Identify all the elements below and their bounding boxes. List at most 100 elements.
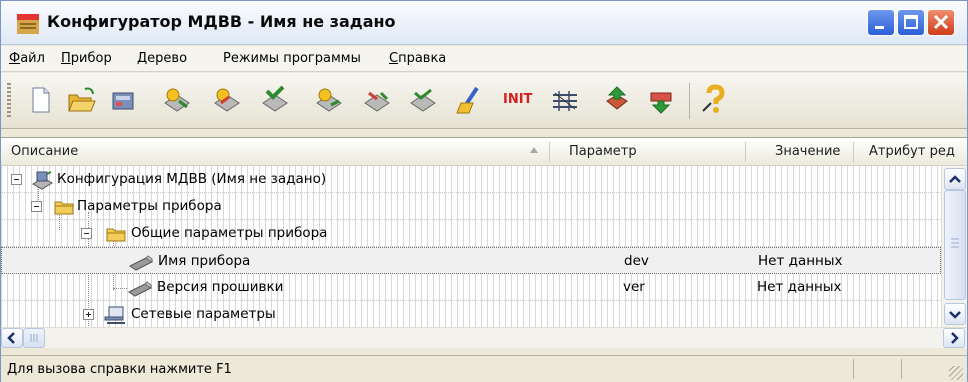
tree-row-label: Параметры прибора bbox=[77, 198, 222, 214]
tree-row[interactable]: Параметры прибора bbox=[1, 193, 941, 220]
value-cell[interactable]: Нет данных bbox=[757, 279, 842, 295]
chevron-up-icon bbox=[949, 175, 961, 183]
chevron-right-icon bbox=[951, 332, 959, 344]
tree-list-view[interactable]: Описание Параметр Значение Атрибут ред К… bbox=[1, 137, 967, 348]
help-button[interactable] bbox=[699, 83, 731, 117]
verify-device-button[interactable] bbox=[259, 83, 291, 117]
minimize-icon bbox=[875, 26, 884, 29]
tree-row-label: Общие параметры прибора bbox=[131, 225, 328, 241]
chevron-down-icon bbox=[949, 311, 961, 319]
vertical-scroll-thumb[interactable] bbox=[944, 190, 966, 300]
network-settings-icon bbox=[553, 91, 577, 111]
compare-button[interactable] bbox=[407, 83, 439, 117]
tree-row[interactable]: Общие параметры прибора bbox=[1, 220, 941, 247]
new-file-button[interactable] bbox=[25, 83, 57, 117]
device-config-icon bbox=[112, 92, 134, 110]
column-divider[interactable] bbox=[549, 142, 550, 162]
grip-lines-icon bbox=[951, 238, 959, 248]
configuration-icon bbox=[32, 171, 53, 190]
tree-row-label: Имя прибора bbox=[158, 253, 251, 269]
read-all-button[interactable] bbox=[313, 83, 345, 117]
write-device-button[interactable] bbox=[211, 83, 243, 117]
compare-icon bbox=[410, 88, 436, 112]
folder-icon bbox=[106, 228, 126, 242]
tree-row[interactable]: Сетевые параметры bbox=[1, 301, 941, 328]
write-all-button[interactable] bbox=[361, 83, 393, 117]
tree-row-label: Конфигурация МДВВ (Имя не задано) bbox=[57, 171, 327, 187]
resize-grip[interactable] bbox=[949, 366, 963, 380]
column-divider[interactable] bbox=[853, 142, 854, 162]
close-icon bbox=[933, 14, 949, 30]
parameter-cell: dev bbox=[624, 253, 649, 269]
vertical-scrollbar[interactable] bbox=[941, 166, 967, 327]
menu-file[interactable]: Файл bbox=[9, 51, 45, 66]
toolbar: INIT bbox=[1, 73, 967, 129]
init-button[interactable]: INIT bbox=[499, 83, 541, 117]
upload-button[interactable] bbox=[601, 83, 633, 117]
column-divider[interactable] bbox=[745, 142, 746, 162]
status-pane-divider bbox=[853, 359, 854, 379]
menu-device[interactable]: Прибор bbox=[61, 51, 112, 66]
write-device-icon bbox=[214, 88, 240, 112]
write-all-icon bbox=[364, 91, 390, 112]
collapse-toggle[interactable] bbox=[11, 174, 22, 185]
new-document-icon bbox=[32, 87, 50, 113]
column-header-attribute[interactable]: Атрибут ред bbox=[869, 144, 955, 159]
download-button[interactable] bbox=[645, 83, 677, 117]
read-device-icon bbox=[164, 88, 190, 112]
menu-program-modes[interactable]: Режимы программы bbox=[223, 51, 361, 66]
network-settings-button[interactable] bbox=[549, 83, 581, 117]
tree-row-selected[interactable]: Имя прибора dev Нет данных bbox=[1, 247, 941, 274]
menu-tree[interactable]: Дерево bbox=[137, 51, 187, 66]
scroll-down-button[interactable] bbox=[944, 303, 966, 325]
parameter-icon bbox=[129, 255, 153, 271]
maximize-icon bbox=[904, 15, 918, 29]
status-pane-divider bbox=[901, 359, 902, 379]
minimize-button[interactable] bbox=[867, 9, 895, 36]
grip-lines-icon bbox=[30, 334, 38, 342]
upload-icon bbox=[606, 86, 628, 110]
column-header-parameter[interactable]: Параметр bbox=[569, 144, 637, 159]
device-config-button[interactable] bbox=[107, 83, 139, 117]
scroll-right-button[interactable] bbox=[943, 328, 965, 348]
read-all-icon bbox=[316, 88, 342, 112]
column-header-value[interactable]: Значение bbox=[775, 144, 840, 159]
tree-rows: Конфигурация МДВВ (Имя не задано) Параме… bbox=[1, 166, 941, 330]
collapse-toggle[interactable] bbox=[31, 201, 42, 212]
clear-button[interactable] bbox=[453, 83, 485, 117]
status-text: Для вызова справки нажмите F1 bbox=[7, 362, 232, 377]
chevron-left-icon bbox=[7, 332, 15, 344]
scroll-up-button[interactable] bbox=[944, 168, 966, 190]
list-header: Описание Параметр Значение Атрибут ред bbox=[1, 138, 967, 166]
parameter-icon bbox=[128, 281, 152, 297]
collapse-toggle[interactable] bbox=[81, 228, 92, 239]
toolbar-separator bbox=[689, 83, 690, 119]
toolbar-grip[interactable] bbox=[7, 83, 11, 119]
value-cell[interactable]: Нет данных bbox=[758, 253, 843, 269]
read-device-button[interactable] bbox=[161, 83, 193, 117]
application-window: Конфигуратор МДВВ - Имя не задано Файл П… bbox=[0, 0, 968, 382]
tree-row-label: Версия прошивки bbox=[157, 279, 284, 295]
broom-icon bbox=[456, 86, 479, 114]
verify-device-icon bbox=[262, 85, 288, 112]
column-header-description[interactable]: Описание bbox=[11, 144, 78, 159]
window-title: Конфигуратор МДВВ - Имя не задано bbox=[47, 12, 396, 31]
horizontal-scrollbar[interactable] bbox=[1, 327, 967, 348]
horizontal-scroll-thumb[interactable] bbox=[23, 328, 45, 348]
menu-help[interactable]: Справка bbox=[389, 51, 446, 66]
close-button[interactable] bbox=[927, 9, 955, 36]
folder-icon bbox=[54, 201, 74, 215]
maximize-button[interactable] bbox=[897, 9, 925, 36]
tree-row[interactable]: Конфигурация МДВВ (Имя не задано) bbox=[1, 166, 941, 193]
parameter-cell: ver bbox=[623, 279, 645, 295]
download-icon bbox=[650, 92, 672, 114]
open-folder-icon bbox=[68, 87, 96, 112]
menu-bar: Файл Прибор Дерево Режимы программы Спра… bbox=[1, 46, 967, 72]
title-bar[interactable]: Конфигуратор МДВВ - Имя не задано bbox=[1, 1, 967, 45]
scroll-left-button[interactable] bbox=[1, 328, 23, 348]
expand-toggle[interactable] bbox=[83, 309, 94, 320]
open-file-button[interactable] bbox=[65, 83, 97, 117]
init-label: INIT bbox=[503, 92, 533, 107]
tree-row[interactable]: Версия прошивки ver Нет данных bbox=[1, 274, 941, 301]
tree-row-label: Сетевые параметры bbox=[131, 306, 276, 322]
